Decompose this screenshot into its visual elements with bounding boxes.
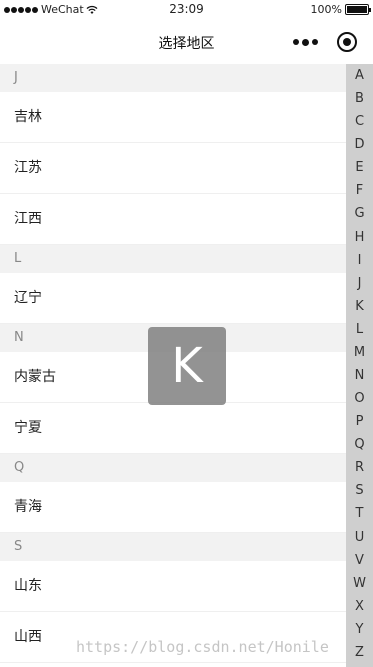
index-letter-h[interactable]: H [346,228,373,250]
battery-fill [347,6,367,13]
nav-bar: 选择地区 [0,20,373,64]
index-letter-f[interactable]: F [346,181,373,203]
index-letter-d[interactable]: D [346,135,373,157]
status-bar: WeChat 23:09 100% [0,0,373,20]
more-icon[interactable] [293,38,318,46]
index-letter-w[interactable]: W [346,574,373,596]
index-letter-q[interactable]: Q [346,435,373,457]
index-letter-v[interactable]: V [346,551,373,573]
battery-icon [345,4,371,15]
index-letter-m[interactable]: M [346,343,373,365]
group-header-s: S [0,533,346,561]
index-letter-s[interactable]: S [346,481,373,503]
index-letter-k[interactable]: K [346,297,373,319]
mini-program-capsule [283,28,361,56]
group-header-j: J [0,64,346,92]
index-letter-j[interactable]: J [346,274,373,296]
index-letter-y[interactable]: Y [346,620,373,642]
close-mini-program-icon[interactable] [337,32,357,52]
current-letter-overlay: K [148,327,226,405]
index-letter-e[interactable]: E [346,158,373,180]
list-item[interactable]: 吉林 [0,92,346,143]
index-letter-a[interactable]: A [346,66,373,88]
index-letter-r[interactable]: R [346,458,373,480]
index-letter-u[interactable]: U [346,528,373,550]
list-item[interactable]: 青海 [0,482,346,533]
index-letter-o[interactable]: O [346,389,373,411]
list-item[interactable]: 宁夏 [0,403,346,454]
index-letter-n[interactable]: N [346,366,373,388]
list-item[interactable]: 山东 [0,561,346,612]
index-letter-p[interactable]: P [346,412,373,434]
status-right: 100% [310,3,371,16]
list-item[interactable]: 辽宁 [0,273,346,324]
list-item[interactable]: 江苏 [0,143,346,194]
index-letter-l[interactable]: L [346,320,373,342]
index-letter-b[interactable]: B [346,89,373,111]
alphabet-index-bar[interactable]: ABCDEFGHIJKLMNOPQRSTUVWXYZ [346,64,373,667]
battery-percent: 100% [310,3,342,16]
group-header-q: Q [0,454,346,482]
index-letter-t[interactable]: T [346,504,373,526]
index-letter-x[interactable]: X [346,597,373,619]
index-letter-z[interactable]: Z [346,643,373,665]
list-item[interactable]: 江西 [0,194,346,245]
index-letter-g[interactable]: G [346,204,373,226]
index-letter-i[interactable]: I [346,251,373,273]
index-letter-c[interactable]: C [346,112,373,134]
watermark: https://blog.csdn.net/Honile [76,638,329,656]
group-header-l: L [0,245,346,273]
